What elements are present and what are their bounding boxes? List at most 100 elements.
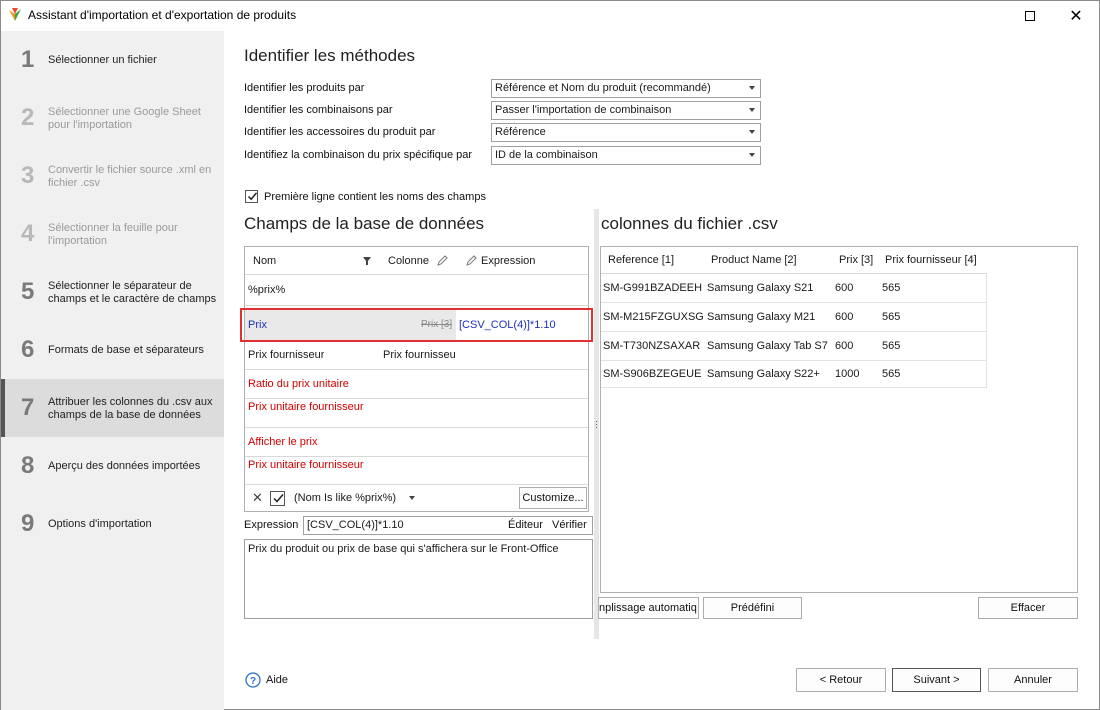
- identify-combinations-label: Identifier les combinaisons par: [244, 104, 393, 116]
- step-number: 2: [21, 104, 35, 131]
- step-select-file[interactable]: 1 Sélectionner un fichier: [1, 31, 224, 89]
- back-button[interactable]: < Retour: [796, 668, 886, 692]
- wizard-steps-sidebar: 1 Sélectionner un fichier 2 Sélectionner…: [1, 31, 224, 710]
- select-value: Référence: [495, 126, 546, 138]
- chevron-down-icon: [749, 130, 755, 134]
- step-number: 9: [21, 510, 35, 537]
- csv-cell: SM-T730NZSAXAR: [603, 340, 701, 352]
- chevron-down-icon: [749, 108, 755, 112]
- csv-cell: Samsung Galaxy S21: [707, 282, 814, 294]
- checkmark-icon: [273, 494, 284, 503]
- csv-col-header[interactable]: Prix [3]: [839, 254, 873, 266]
- csv-cell: Samsung Galaxy Tab S7: [707, 340, 828, 352]
- editor-link[interactable]: Éditeur: [508, 519, 543, 531]
- predefined-button[interactable]: Prédéfini: [703, 597, 802, 619]
- help-link[interactable]: Aide: [266, 674, 288, 686]
- step-preview[interactable]: 8 Aperçu des données importées: [1, 437, 224, 495]
- expression-input[interactable]: [CSV_COL(4)]*1.10: [303, 516, 593, 535]
- csv-cell: 565: [882, 311, 901, 323]
- verify-link[interactable]: Vérifier: [552, 519, 587, 531]
- csv-cell: 600: [835, 311, 854, 323]
- csv-body: SM-G991BZADEEH Samsung Galaxy S21 600 56…: [601, 274, 987, 388]
- identify-accessories-select[interactable]: Référence: [491, 123, 761, 142]
- table-row[interactable]: Ratio du prix unitaire: [245, 370, 588, 398]
- title-bar: Assistant d'importation et d'exportation…: [1, 1, 1099, 31]
- step-label: Formats de base et séparateurs: [48, 344, 204, 356]
- csv-cell: SM-S906BZEGEUE: [603, 368, 702, 380]
- csv-col-header[interactable]: Prix fournisseur [4]: [885, 254, 977, 266]
- csv-cell: Samsung Galaxy M21: [707, 311, 816, 323]
- app-logo-icon: [9, 8, 21, 21]
- expression-value: [CSV_COL(4)]*1.10: [307, 519, 404, 531]
- table-row[interactable]: SM-M215FZGUXSG Samsung Galaxy M21 600 56…: [601, 303, 986, 332]
- autofill-button[interactable]: nplissage automatiq: [598, 597, 699, 619]
- step-assign-columns[interactable]: 7 Attribuer les colonnes du .csv aux cha…: [1, 379, 224, 437]
- field-column[interactable]: Prix fournisseur: [383, 349, 455, 361]
- clear-filter-icon[interactable]: ✕: [252, 490, 263, 506]
- col-header-expression[interactable]: Expression: [481, 255, 535, 267]
- table-row[interactable]: Afficher le prix: [245, 428, 588, 456]
- identify-accessories-label: Identifier les accessoires du produit pa…: [244, 126, 436, 138]
- step-number: 7: [21, 394, 35, 421]
- highlight-box: [240, 308, 593, 342]
- maximize-button[interactable]: [1007, 1, 1053, 31]
- window-title: Assistant d'importation et d'exportation…: [28, 8, 297, 22]
- step-number: 1: [21, 46, 35, 73]
- wizard-window: Assistant d'importation et d'exportation…: [0, 0, 1100, 710]
- expression-label: Expression: [244, 519, 299, 531]
- step-number: 8: [21, 452, 35, 479]
- col-header-name[interactable]: Nom: [253, 255, 276, 267]
- customize-button[interactable]: Customize...: [519, 487, 587, 509]
- csv-columns-title: colonnes du fichier .csv: [601, 214, 778, 233]
- pencil-icon: [437, 255, 448, 266]
- chevron-down-icon[interactable]: [409, 496, 415, 500]
- table-row[interactable]: Prix fournisseur Prix fournisseur: [245, 341, 588, 369]
- methods-title: Identifier les méthodes: [244, 46, 416, 65]
- select-value: ID de la combinaison: [495, 149, 598, 161]
- identify-specific-price-label: Identifiez la combinaison du prix spécif…: [244, 149, 473, 161]
- first-line-checkbox[interactable]: [245, 190, 258, 203]
- field-description: Prix du produit ou prix de base qui s'af…: [244, 539, 593, 619]
- table-row[interactable]: SM-G991BZADEEH Samsung Galaxy S21 600 56…: [601, 274, 986, 303]
- field-name: Prix fournisseur: [248, 349, 325, 361]
- csv-cell: 600: [835, 340, 854, 352]
- table-row[interactable]: SM-S906BZEGEUE Samsung Galaxy S22+ 1000 …: [601, 361, 986, 388]
- chevron-down-icon: [749, 153, 755, 157]
- step-import-options[interactable]: 9 Options d'importation: [1, 495, 224, 553]
- db-fields-grid: Nom Colonne Expression %prix% Prix Prix …: [244, 246, 589, 512]
- step-label: Sélectionner la feuille pour l'importati…: [48, 222, 178, 247]
- csv-col-header[interactable]: Product Name [2]: [711, 254, 797, 266]
- identify-products-select[interactable]: Référence et Nom du produit (recommandé): [491, 79, 761, 98]
- filter-enabled-checkbox[interactable]: [270, 491, 285, 506]
- identify-specific-price-select[interactable]: ID de la combinaison: [491, 146, 761, 165]
- field-name: Afficher le prix: [248, 436, 318, 448]
- col-header-column[interactable]: Colonne: [388, 255, 429, 267]
- chevron-down-icon: [749, 86, 755, 90]
- filter-expression-text: (Nom Is like %prix%): [294, 492, 397, 504]
- table-row[interactable]: Prix unitaire fournisseur: [245, 457, 588, 485]
- close-button[interactable]: ✕: [1053, 1, 1099, 31]
- step-label: Sélectionner le séparateur de champs et …: [48, 280, 217, 305]
- csv-cell: 565: [882, 368, 901, 380]
- field-name: Prix unitaire fournisseur: [248, 459, 364, 471]
- step-convert-xml: 3 Convertir le fichier source .xml en fi…: [1, 147, 224, 205]
- filter-icon[interactable]: [363, 257, 371, 265]
- maximize-icon: [1025, 11, 1035, 21]
- help-icon[interactable]: ?: [245, 672, 261, 688]
- step-separator[interactable]: 5 Sélectionner le séparateur de champs e…: [1, 263, 224, 321]
- identify-products-label: Identifier les produits par: [244, 82, 365, 94]
- table-row[interactable]: Prix unitaire fournisseur: [245, 399, 588, 427]
- csv-col-header[interactable]: Reference [1]: [608, 254, 674, 266]
- step-number: 5: [21, 278, 35, 305]
- identify-combinations-select[interactable]: Passer l'importation de combinaison: [491, 101, 761, 120]
- cancel-button[interactable]: Annuler: [988, 668, 1078, 692]
- step-label: Sélectionner une Google Sheet pour l'imp…: [48, 106, 201, 131]
- step-formats[interactable]: 6 Formats de base et séparateurs: [1, 321, 224, 379]
- next-button[interactable]: Suivant >: [892, 668, 981, 692]
- step-google-sheet: 2 Sélectionner une Google Sheet pour l'i…: [1, 89, 224, 147]
- clear-button[interactable]: Effacer: [978, 597, 1078, 619]
- table-row[interactable]: SM-T730NZSAXAR Samsung Galaxy Tab S7 600…: [601, 332, 986, 361]
- step-label: Sélectionner un fichier: [48, 54, 157, 66]
- grid-filter-input[interactable]: %prix%: [248, 284, 285, 296]
- step-label: Attribuer les colonnes du .csv aux champ…: [48, 396, 213, 421]
